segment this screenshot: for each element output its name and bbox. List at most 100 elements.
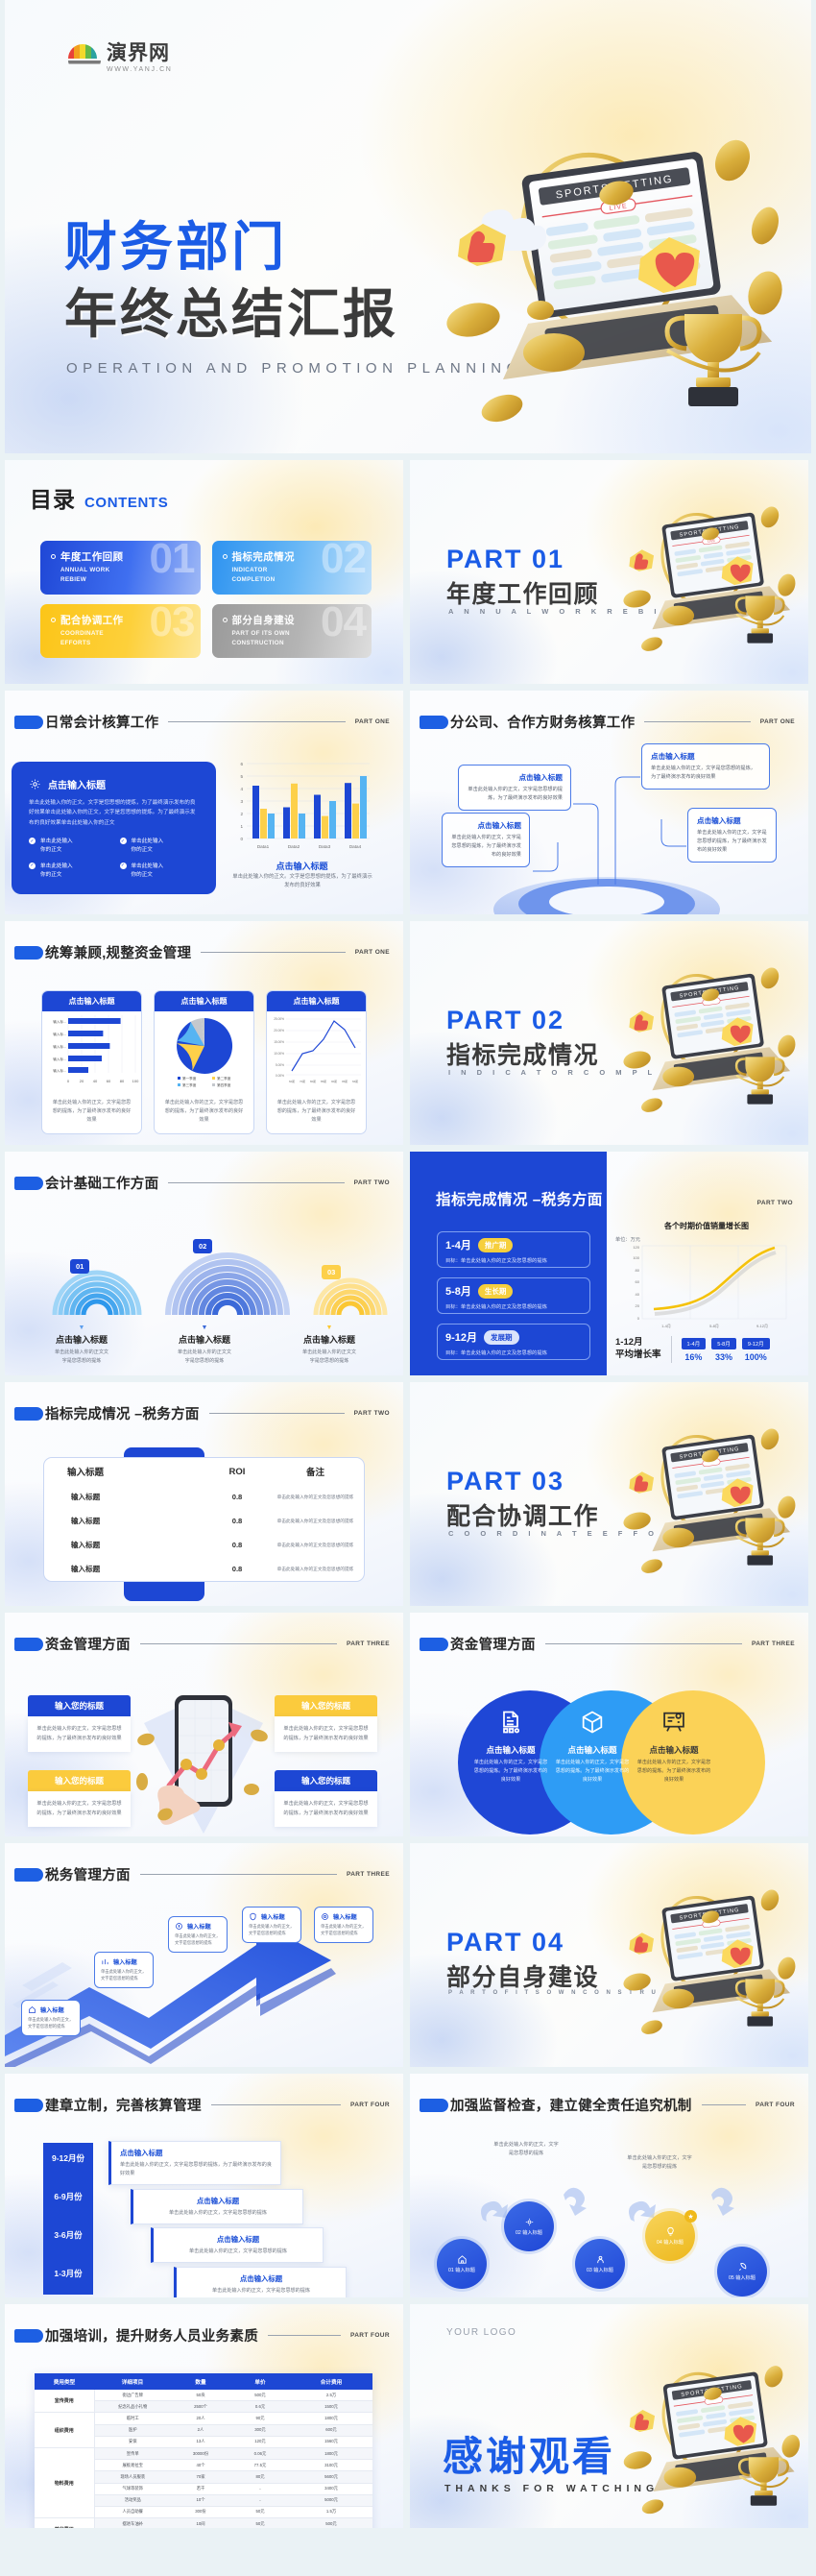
tax-node-1[interactable]: 输入标题 单击此处输入你的正文，文字是您思想的提炼 xyxy=(21,2000,81,2036)
stage-card-3[interactable]: 9-12月 发展期 目标：单击此处输入你的正文及您思想的提炼 xyxy=(437,1324,590,1360)
supervision-node-02[interactable]: 02 输入标题 xyxy=(504,2201,554,2251)
slide-tax-mgmt[interactable]: 税务管理方面 PART THREE 输入标题 单击此处输入你的正文，文字是您思想… xyxy=(5,1843,403,2067)
cell-note: 单击此处输入你的正文及您思想的提炼 xyxy=(276,1494,354,1499)
slide-cover[interactable]: 演界网 WWW.YANJ.CN 财务部门 年终总结汇报 OPERATION AN… xyxy=(5,0,811,453)
fund-card-title: 输入您的标题 xyxy=(28,1770,131,1791)
checklist-item[interactable]: ✓ 单击此处输入 你的正文 xyxy=(119,838,200,855)
slide-fund-mgmt-a[interactable]: 资金管理方面 PART THREE 输入您的标题 单击此处输入你的正文，文字是您… xyxy=(5,1613,403,1836)
slide-fund-overall[interactable]: 统筹兼顾,规整资金管理 PART ONE 点击输入标题 输入标... 输入标..… xyxy=(5,921,403,1145)
column-header: 单价 xyxy=(230,2373,290,2390)
arc-item-1[interactable]: ▼ 点击输入标题 单击此处输入你的正文文 字是您思想的提炼 xyxy=(24,1324,139,1366)
roi-table[interactable]: 输入标题 预算金额 ROI 备注 输入标题 10W 0.8 单击此处输入你的正文… xyxy=(43,1457,365,1582)
contents-item-04[interactable]: 部分自身建设 PART OF ITS OWN CONSTRUCTION 04 xyxy=(211,604,372,658)
table-row[interactable]: 输入标题 10W 0.8 单击此处输入你的正文及您思想的提炼 xyxy=(44,1509,364,1533)
arc-item-3[interactable]: ▼ 点击输入标题 单击此处输入你的正文文 字是您思想的提炼 xyxy=(272,1324,387,1366)
checklist-item[interactable]: ✓ 单击此处输入 你的正文 xyxy=(29,862,108,880)
contents-item-03[interactable]: 配合协调工作 COORDINATE EFFORTS 03 xyxy=(40,604,201,658)
growth-period-value: 100% xyxy=(744,1351,767,1362)
deck-row-8: 建章立制，完善核算管理 PART FOUR 9-12月份 6-9月份 3-6月份… xyxy=(0,2074,816,2297)
svg-text:输入标...: 输入标... xyxy=(53,1019,66,1024)
timeline-card-2[interactable]: 点击输入标题 单击此处输入你的正文，文字是您思想的提炼 xyxy=(131,2189,303,2225)
your-logo-placeholder: YOUR LOGO xyxy=(446,2327,517,2338)
node-card-2[interactable]: 点击输入标题 单击此处输入你的正文，文字是您思想的提炼，为了最终演示发布的良好效… xyxy=(442,813,530,868)
chart-card-line[interactable]: 点击输入标题 25.00% 20.00% 15.00% 10.00% 5.00% 0.0… xyxy=(266,990,367,1134)
slide-divider-part04[interactable]: PART 04 部分自身建设 P A R T O F I T S O W N C… xyxy=(410,1843,808,2067)
chart-card-pie[interactable]: 点击输入标题 第一季度 第二季度 第三季度 第四季度 单击此处输入你的正文，文字… xyxy=(154,990,254,1134)
checklist-item[interactable]: ✓ 单击此处输入 你的正文 xyxy=(29,838,108,855)
info-panel[interactable]: 点击输入标题 单击此处输入你的正文。文字是您思想的提炼，为了最终演示发布的良好效… xyxy=(12,762,216,894)
divider-illustration: SPORTS BETTING xyxy=(623,1889,796,2034)
tax-node-3[interactable]: 输入标题 单击此处输入你的正文，文字是您思想的提炼 xyxy=(168,1916,228,1953)
slide-daily-accounting[interactable]: 日常会计核算工作 PART ONE 点击输入标题 单击此处输入你的正文。文字是您… xyxy=(5,691,403,914)
slide-tax-indicator-chart[interactable]: 指标完成情况 –税务方面 PART TWO 1-4月 推广期 目标：单击此处输入… xyxy=(410,1152,808,1375)
table-row[interactable]: 组织费用 临时工 20人 90元 1800元 xyxy=(35,2412,372,2448)
table-row[interactable]: 输入标题 10W 0.8 单击此处输入你的正文及您思想的提炼 xyxy=(44,1533,364,1557)
slide-supervision[interactable]: 加强监督检查，建立健全责任追究机制 PART FOUR 单击此处输入你的正文，文… xyxy=(410,2074,808,2297)
timeline-card-1[interactable]: 点击输入标题 单击此处输入你的正文，文字是您思想的提炼，为了最终演示发布的良好效… xyxy=(108,2141,281,2186)
node-card-3[interactable]: 点击输入标题 单击此处输入你的正文，文字是您思想的提炼，为了最终演示发布的良好效… xyxy=(641,743,770,790)
growth-line-chart[interactable]: 0 20 40 60 80 100 120 1-4月 5-8月 9-12月 xyxy=(615,1242,798,1333)
tax-node-title: 输入标题 xyxy=(187,1924,211,1931)
contents-item-01[interactable]: 年度工作回顾 ANNUAL WORK REBIEW 01 xyxy=(40,541,201,595)
checklist-item[interactable]: ✓ 单击此处输入 你的正文 xyxy=(119,862,200,880)
person-icon xyxy=(596,2255,604,2264)
tax-node-body: 单击此处输入你的正文，文字是您思想的提炼 xyxy=(101,1969,147,1981)
timeline-card-4[interactable]: 点击输入标题 单击此处输入你的正文，文字是您思想的提炼 xyxy=(174,2267,347,2297)
circle-item-3[interactable]: 点击输入标题 单击此处输入你的正文，文字是您思想的提炼。为了最终演示发布的良好效… xyxy=(618,1709,730,1785)
arc-item-body: 单击此处输入你的正文文 字是您思想的提炼 xyxy=(54,1349,109,1364)
fund-card-1[interactable]: 输入您的标题 单击此处输入你的正文，文字是您思想的提炼，为了最终演示发布的良好效… xyxy=(28,1695,131,1753)
slide-title: 统筹兼顾,规整资金管理 xyxy=(45,946,192,961)
timeline-card-3[interactable]: 点击输入标题 单击此处输入你的正文，文字是您思想的提炼 xyxy=(151,2227,324,2264)
slide-contents[interactable]: 目录 CONTENTS 年度工作回顾 ANNUAL WORK REBIEW 01… xyxy=(5,460,403,684)
svg-text:输入标...: 输入标... xyxy=(53,1057,66,1061)
table-row[interactable]: 物料费用 宣传单 30000份 0.06元 1800元 xyxy=(35,2447,372,2519)
tax-node-4[interactable]: 输入标题 单击此处输入你的正文，文字是您思想的提炼 xyxy=(242,1907,301,1943)
table-row[interactable]: 输入标题 10W 0.8 单击此处输入你的正文及您思想的提炼 xyxy=(44,1485,364,1509)
node-card-1[interactable]: 点击输入标题 单击此处输入你的正文，文字是您思想的提炼，为了最终演示发布的良好效… xyxy=(458,765,571,812)
slide-accounting-basis[interactable]: 会计基础工作方面 PART TWO 01 02 03 ▼ 点击输入标题 单击此处… xyxy=(5,1152,403,1375)
table-row[interactable]: 宣传费用 街边广告牌 50块 500元 2.5万 xyxy=(35,2390,372,2414)
arc-item-2[interactable]: ▼ 点击输入标题 单击此处输入你的正文文 字是您思想的提炼 xyxy=(147,1324,262,1366)
slide-training[interactable]: 加强培训，提升财务人员业务素质 PART FOUR 费用类型 详细项目 数量 单… xyxy=(5,2304,403,2528)
fund-card-2[interactable]: 输入您的标题 单击此处输入你的正文，文字是您思想的提炼，为了最终演示发布的良好效… xyxy=(275,1695,377,1753)
table-row[interactable]: 输入标题 10W 0.8 单击此处输入你的正文及您思想的提炼 xyxy=(44,1557,364,1581)
panel-title: 指标完成情况 –税务方面 xyxy=(436,1192,603,1208)
slide-tax-indicator-table[interactable]: 指标完成情况 –税务方面 PART TWO 输入标题 预算金额 ROI 备注 输… xyxy=(5,1382,403,1606)
slide-divider-part02[interactable]: PART 02 指标完成情况 I N D I C A T O R C O M P… xyxy=(410,921,808,1145)
cost-table[interactable]: 费用类型 详细项目 数量 单价 合计费用 宣传费用 街边广告牌 50块 500元… xyxy=(35,2373,372,2528)
bar-chart[interactable]: 012 3456 Data1 Data2 Data3 Data4 xyxy=(228,756,376,852)
supervision-node-04[interactable]: 04 输入标题 ★ xyxy=(645,2210,697,2261)
arc-badge-02[interactable]: 02 xyxy=(193,1236,213,1253)
stage-card-2[interactable]: 5-8月 生长期 目标：单击此处输入你的正文及您思想的提炼 xyxy=(437,1277,590,1314)
fund-card-3[interactable]: 输入您的标题 单击此处输入你的正文，文字是您思想的提炼，为了最终演示发布的良好效… xyxy=(28,1770,131,1828)
supervision-note-1: 单击此处输入你的正文，文字 是您思想的提炼 xyxy=(493,2142,559,2157)
cell-category: 其他费用 xyxy=(35,2517,95,2528)
slide-branch-accounting[interactable]: 分公司、合作方财务核算工作 PART ONE 点击输入标题 单击此处输入你的正文… xyxy=(410,691,808,914)
cell-roi: 0.8 xyxy=(231,1493,243,1501)
table-row[interactable]: 其他费用 摆进车油补 10间 50元 500元 xyxy=(35,2517,372,2528)
header-divider xyxy=(168,1182,345,1183)
arc-badge-03[interactable]: 03 xyxy=(322,1262,342,1279)
slide-divider-part01[interactable]: PART 01 年度工作回顾 A N N U A L W O R K R E B… xyxy=(410,460,808,684)
supervision-node-03[interactable]: 03 输入标题 xyxy=(575,2239,625,2289)
node-card-4[interactable]: 点击输入标题 单击此处输入你的正文，文字是您思想的提炼，为了最终演示发布的良好效… xyxy=(687,808,777,863)
supervision-node-01[interactable]: 01 输入标题 xyxy=(437,2239,487,2289)
supervision-node-05[interactable]: 05 输入标题 xyxy=(717,2247,767,2297)
slide-rules[interactable]: 建章立制，完善核算管理 PART FOUR 9-12月份 6-9月份 3-6月份… xyxy=(5,2074,403,2297)
tax-node-5[interactable]: 输入标题 单击此处输入你的正文，文字是您思想的提炼 xyxy=(314,1907,373,1943)
tax-node-body: 单击此处输入你的正文，文字是您思想的提炼 xyxy=(175,1933,221,1946)
cell-roi: 0.8 xyxy=(231,1565,243,1573)
fund-card-4[interactable]: 输入您的标题 单击此处输入你的正文，文字是您思想的提炼，为了最终演示发布的良好效… xyxy=(275,1770,377,1828)
arc-badge-01[interactable]: 01 xyxy=(70,1256,90,1274)
contents-item-02[interactable]: 指标完成情况 INDICATOR COMPLETION 02 xyxy=(211,541,372,595)
slide-fund-mgmt-b[interactable]: 资金管理方面 PART THREE 点击输入标题 单击此处输入你的正文，文字是您… xyxy=(410,1613,808,1836)
slide-divider-part03[interactable]: PART 03 配合协调工作 C O O R D I N A T E E F F… xyxy=(410,1382,808,1606)
svg-text:85期: 85期 xyxy=(321,1080,326,1083)
tax-node-2[interactable]: 输入标题 单击此处输入你的正文，文字是您思想的提炼 xyxy=(94,1952,154,1988)
stage-card-1[interactable]: 1-4月 推广期 目标：单击此处输入你的正文及您思想的提炼 xyxy=(437,1231,590,1268)
chart-card-hbar[interactable]: 点击输入标题 输入标... 输入标... 输入标... 输入标... 输入标..… xyxy=(41,990,142,1134)
column-header: 合计费用 xyxy=(290,2373,372,2390)
slide-thanks[interactable]: YOUR LOGO 感谢观看 THANKS FOR WATCHING SPORT… xyxy=(410,2304,808,2528)
slide-title: 加强监督检查，建立健全责任追究机制 xyxy=(450,2099,692,2114)
timeline-period-4: 1-3月份 xyxy=(54,2269,83,2278)
